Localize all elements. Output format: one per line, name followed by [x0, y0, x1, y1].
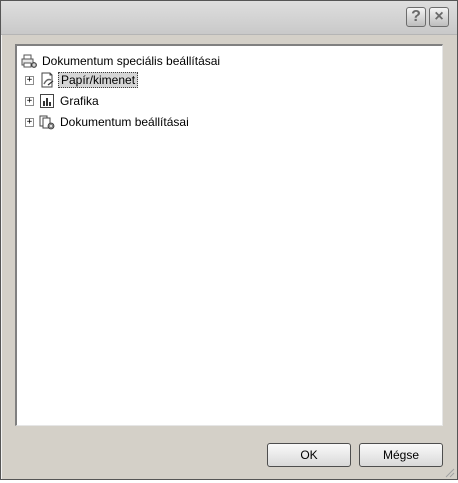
tree-item-graphics[interactable]: + Grafika: [25, 92, 101, 110]
resize-grip-icon[interactable]: [443, 465, 455, 478]
tree-root[interactable]: Dokumentum speciális beállításai: [21, 52, 222, 70]
help-button[interactable]: ?: [406, 7, 426, 27]
document-options-icon: [39, 114, 55, 130]
ok-button[interactable]: OK: [267, 443, 351, 467]
close-button[interactable]: ×: [429, 7, 449, 27]
tree-root-label: Dokumentum speciális beállításai: [42, 54, 221, 68]
settings-tree[interactable]: Dokumentum speciális beállításai + Papír…: [15, 44, 443, 426]
tree-item-label: Papír/kimenet: [58, 72, 139, 88]
printer-settings-icon: [21, 53, 37, 69]
cancel-button[interactable]: Mégse: [359, 443, 443, 467]
tree-item-document-options[interactable]: + Dokumentum beállításai: [25, 113, 191, 131]
tree-item-label: Grafika: [60, 94, 99, 108]
expand-icon[interactable]: +: [25, 75, 34, 85]
tree-item-label: Dokumentum beállításai: [60, 115, 189, 129]
dialog-window: ? × Dokumentum speciális beállításai + P…: [0, 0, 458, 480]
tree-item-paper-output[interactable]: + Papír/kimenet: [25, 71, 139, 89]
title-bar[interactable]: ? ×: [1, 1, 457, 35]
graphics-chart-icon: [39, 93, 55, 109]
expand-icon[interactable]: +: [25, 117, 34, 127]
expand-icon[interactable]: +: [25, 96, 34, 106]
paper-output-icon: [39, 72, 55, 88]
